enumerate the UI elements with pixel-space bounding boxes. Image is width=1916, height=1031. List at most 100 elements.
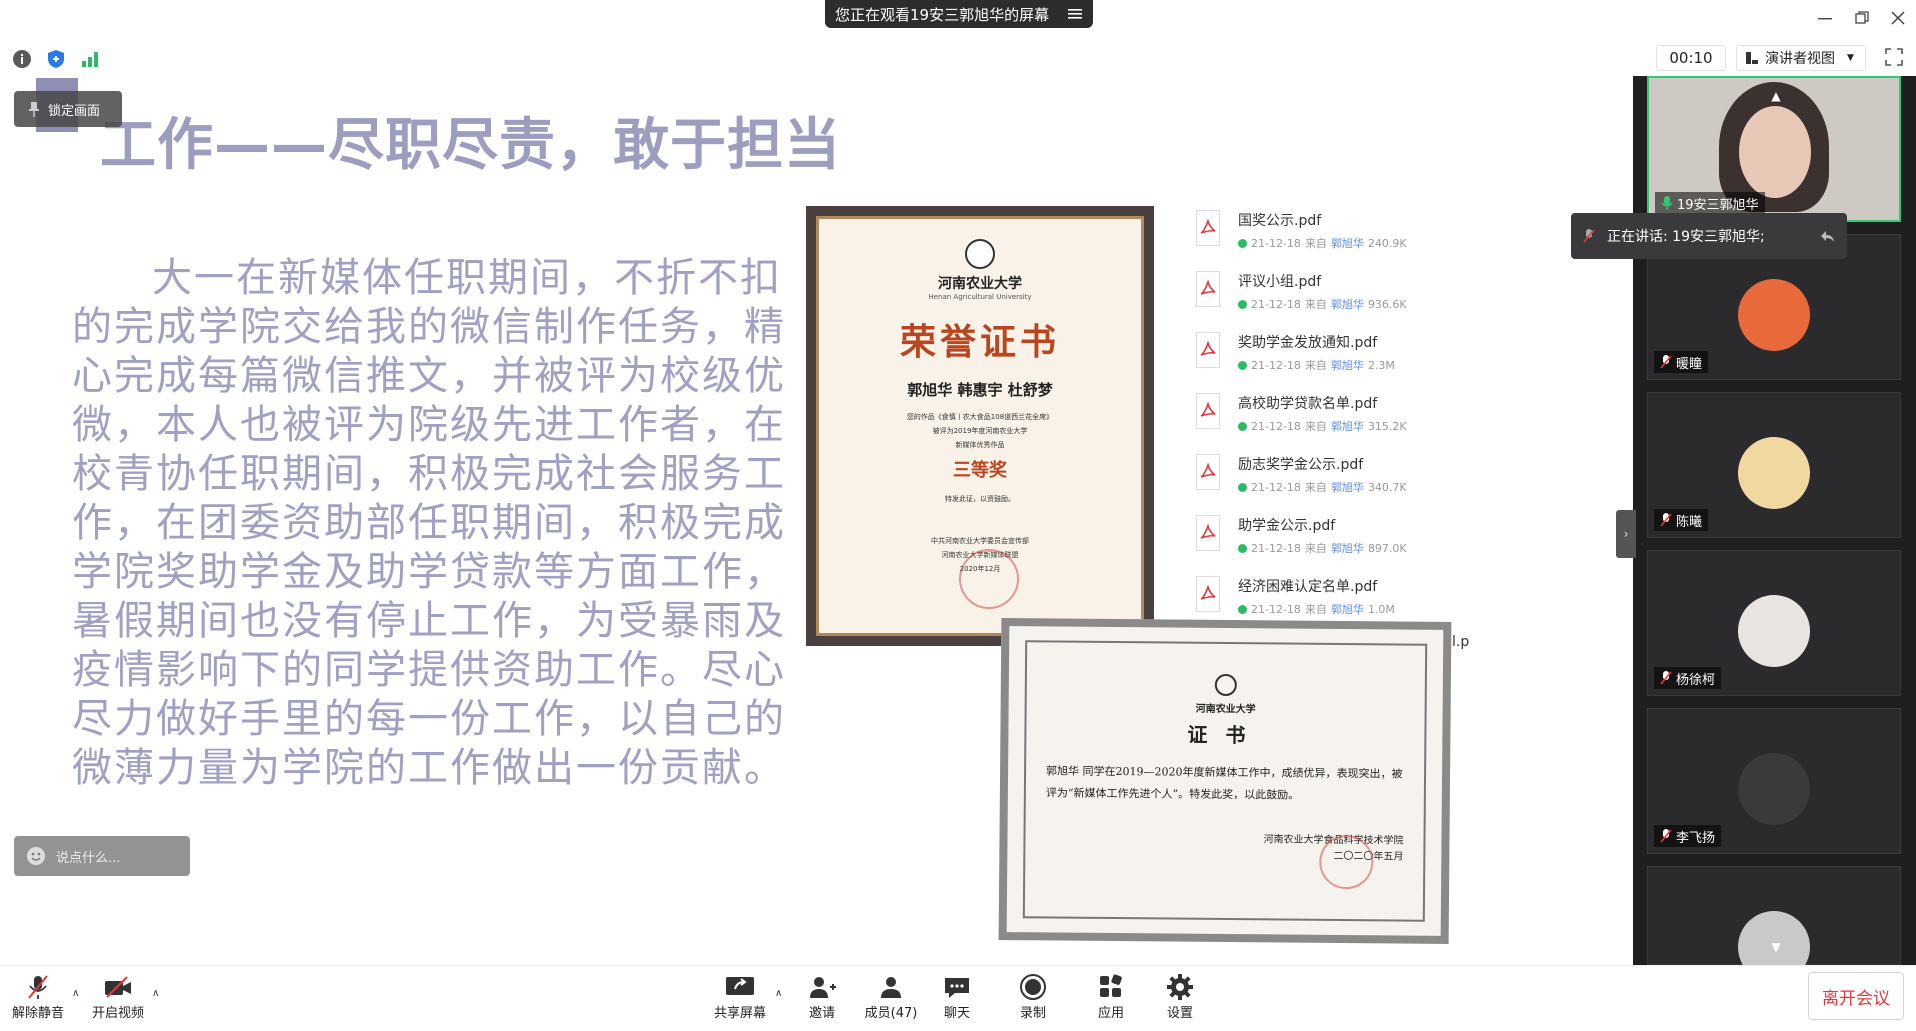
emoji-icon[interactable]: [26, 846, 46, 866]
apps-button[interactable]: 应用: [1094, 972, 1128, 1026]
file-from: 郭旭华: [1330, 481, 1364, 494]
check-icon: [1238, 299, 1247, 309]
cert1-heading: 荣誉证书: [899, 321, 1060, 363]
invite-button[interactable]: 邀请: [800, 972, 844, 1026]
meeting-window: 您正在观看19安三郭旭华的屏幕 00:10 演讲者视图 ▼ 工作——尽职尽责，敢…: [0, 0, 1916, 1031]
file-name: 奖助学金发放通知.pdf: [1238, 335, 1378, 351]
mic-muted-icon: [1660, 513, 1672, 527]
cert1-school: 河南农业大学: [938, 276, 1022, 292]
file-item[interactable]: 奖助学金发放通知.pdf 21-12-18 来自 郭旭华 2.3M: [1196, 328, 1516, 389]
chat-button[interactable]: 聊天: [940, 972, 974, 1026]
participant-label: 杨徐柯: [1654, 667, 1722, 689]
collapse-panel-button[interactable]: ›: [1616, 510, 1636, 558]
chevron-down-icon[interactable]: ▼: [1758, 935, 1794, 959]
file-from-prefix: 来自: [1304, 481, 1327, 494]
start-video-label: 开启视频: [91, 1006, 144, 1021]
certificate: 河南农业大学 证书 郭旭华 同学在2019—2020年度新媒体工作中，成绩优异，…: [998, 618, 1452, 944]
gear-icon: [1167, 974, 1193, 1000]
cert1-line3: 新媒体优秀作品: [955, 441, 1005, 449]
file-from: 郭旭华: [1330, 603, 1364, 616]
restore-icon[interactable]: [1849, 6, 1875, 30]
file-date: 21-12-18: [1251, 541, 1301, 555]
avatar: [1738, 279, 1810, 351]
participant-label: 暖瞳: [1654, 351, 1709, 373]
record-button[interactable]: 录制: [1016, 972, 1050, 1026]
file-item[interactable]: 国奖公示.pdf 21-12-18 来自 郭旭华 240.9K: [1196, 206, 1516, 267]
check-icon: [1238, 604, 1247, 614]
members-button[interactable]: 成员(47): [860, 972, 922, 1026]
file-size: 340.7K: [1367, 480, 1407, 494]
file-size: 2.3M: [1367, 358, 1395, 372]
meeting-timer: 00:10: [1656, 45, 1726, 71]
invite-label: 邀请: [808, 1006, 835, 1021]
cert1-line4: 特发此证，以资鼓励。: [945, 495, 1015, 503]
pdf-icon: [1196, 332, 1220, 368]
slide-body-text: 大一在新媒体任职期间，不折不扣的完成学院交给我的微信制作任务，精心完成每篇微信推…: [72, 255, 786, 791]
reply-icon[interactable]: [1819, 229, 1835, 243]
participant-tile[interactable]: ▲ 19安三郭旭华: [1647, 76, 1901, 222]
minimize-icon[interactable]: [1812, 6, 1838, 30]
file-from: 郭旭华: [1330, 542, 1364, 555]
shield-icon[interactable]: [45, 48, 67, 70]
signal-icon[interactable]: [79, 48, 101, 70]
speaking-indicator: 正在讲话: 19安三郭旭华;: [1571, 213, 1847, 259]
view-mode-button[interactable]: 演讲者视图 ▼: [1736, 45, 1866, 71]
chevron-up-icon[interactable]: ∧: [152, 988, 164, 1000]
unmute-button[interactable]: 解除静音: [12, 972, 64, 1026]
file-item[interactable]: 助学金公示.pdf 21-12-18 来自 郭旭华 897.0K: [1196, 511, 1516, 572]
close-icon[interactable]: [1885, 6, 1911, 30]
participant-name: 19安三郭旭华: [1677, 197, 1759, 213]
top-toolbar: [0, 40, 1916, 76]
participant-name: 杨徐柯: [1676, 672, 1716, 688]
chat-label: 聊天: [943, 1006, 970, 1021]
chevron-right-icon: ›: [1623, 527, 1629, 541]
participant-label: 李飞扬: [1654, 825, 1722, 847]
mic-muted-icon: [28, 975, 48, 999]
members-label: 成员(47): [864, 1006, 918, 1021]
school-logo-icon: [1214, 673, 1237, 697]
cert1-sign1: 中共河南农业大学委员会宣传部: [931, 537, 1029, 545]
file-from-prefix: 来自: [1304, 542, 1327, 555]
share-screen-button[interactable]: 共享屏幕: [712, 972, 768, 1026]
chevron-up-icon[interactable]: ▲: [1761, 86, 1791, 106]
speaking-text: 正在讲话: 19安三郭旭华;: [1607, 229, 1765, 245]
cert2-heading: 证书: [1187, 722, 1264, 748]
file-size: 240.9K: [1367, 236, 1407, 250]
title-bar: 您正在观看19安三郭旭华的屏幕: [0, 0, 1916, 36]
participant-tile[interactable]: ▼: [1647, 866, 1901, 983]
participant-tile[interactable]: 陈曦: [1647, 392, 1901, 538]
participant-name: 陈曦: [1676, 514, 1703, 530]
cert1-school-en: Henan Agricultural University: [928, 293, 1032, 301]
chevron-up-icon[interactable]: ∧: [775, 988, 787, 1000]
file-item[interactable]: 评议小组.pdf 21-12-18 来自 郭旭华 936.6K: [1196, 267, 1516, 328]
video-off-icon: [105, 976, 131, 998]
start-video-button[interactable]: 开启视频: [90, 972, 146, 1026]
chevron-up-icon[interactable]: ∧: [72, 988, 84, 1000]
comment-input[interactable]: 说点什么...: [14, 836, 190, 876]
share-banner[interactable]: 您正在观看19安三郭旭华的屏幕: [825, 0, 1093, 28]
cert2-body: 郭旭华 同学在2019—2020年度新媒体工作中，成绩优异，表现突出，被评为“新…: [1045, 764, 1403, 802]
participant-label: 19安三郭旭华: [1655, 192, 1765, 214]
file-item[interactable]: 励志奖学金公示.pdf 21-12-18 来自 郭旭华 340.7K: [1196, 450, 1516, 511]
fullscreen-icon[interactable]: [1882, 45, 1906, 69]
avatar: [1738, 437, 1810, 509]
partial-file-name: l.p: [1452, 634, 1470, 650]
view-mode-label: 演讲者视图: [1765, 51, 1835, 67]
participant-tile[interactable]: 李飞扬: [1647, 708, 1901, 854]
file-date: 21-12-18: [1251, 480, 1301, 494]
cert1-line2: 被评为2019年度河南农业大学: [932, 427, 1028, 435]
info-icon[interactable]: [11, 48, 33, 70]
file-size: 897.0K: [1367, 541, 1407, 555]
settings-button[interactable]: 设置: [1163, 972, 1197, 1026]
menu-icon[interactable]: [1065, 4, 1085, 24]
leave-meeting-button[interactable]: 离开会议: [1808, 972, 1904, 1020]
file-item[interactable]: 高校助学贷款名单.pdf 21-12-18 来自 郭旭华 315.2K: [1196, 389, 1516, 450]
cert1-description: 您的作品《食慎丨农大食品108道西兰花全席》 被评为2019年度河南农业大学 新…: [819, 410, 1141, 452]
participant-tile[interactable]: 杨徐柯: [1647, 550, 1901, 696]
chat-icon: [945, 978, 969, 998]
settings-label: 设置: [1166, 1006, 1193, 1021]
pdf-icon: [1196, 454, 1220, 490]
chevron-down-icon: ▼: [1847, 53, 1854, 63]
lock-screen-button[interactable]: 锁定画面: [14, 91, 122, 127]
pdf-icon: [1196, 515, 1220, 551]
